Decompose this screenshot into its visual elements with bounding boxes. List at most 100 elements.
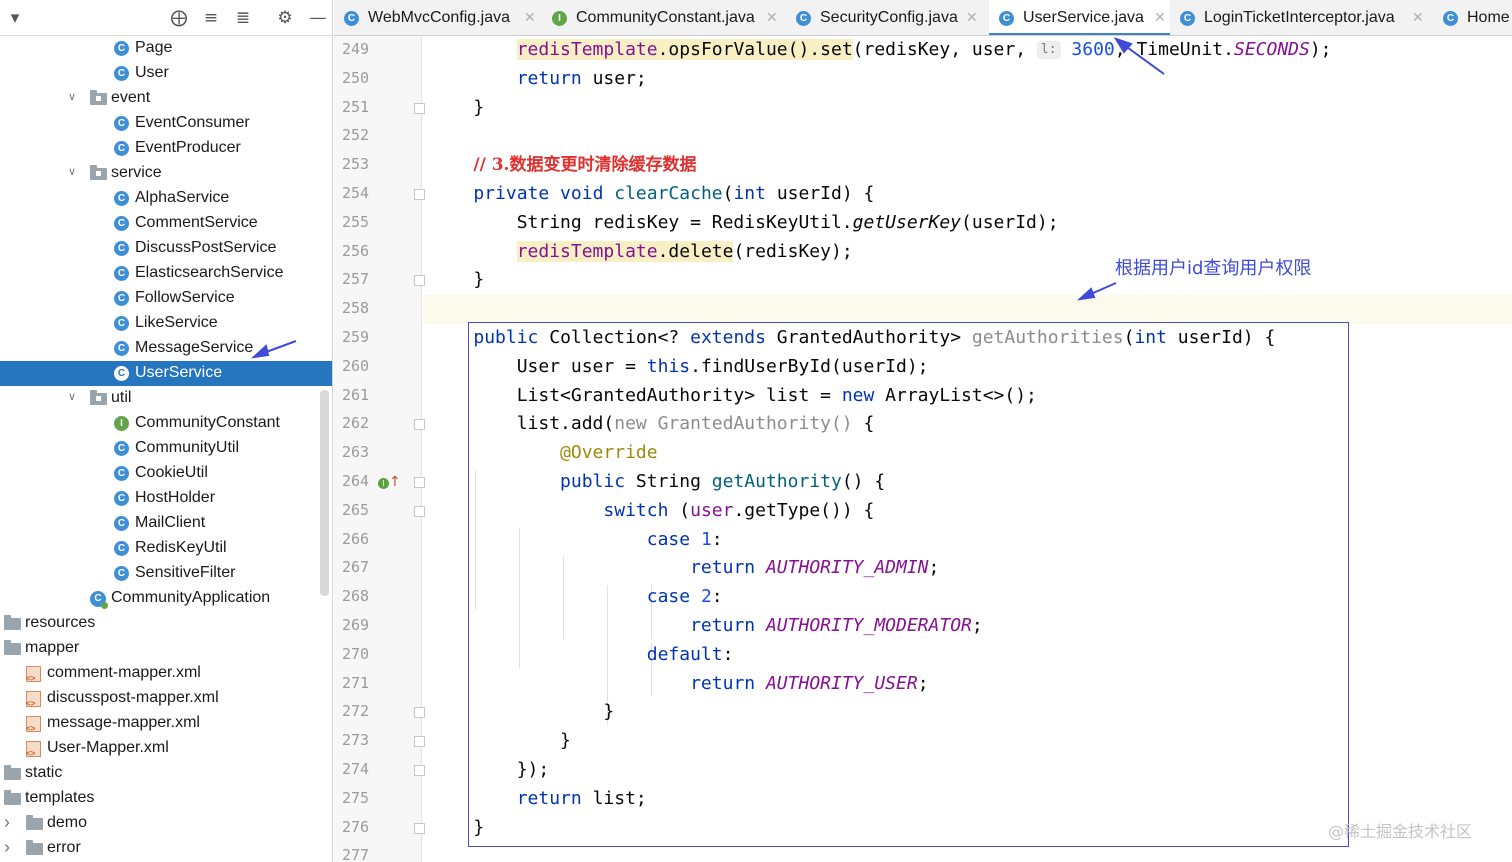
tree-item[interactable]: templates <box>0 786 332 811</box>
tree-item[interactable]: C EventProducer <box>0 136 332 161</box>
chevron-right-icon[interactable] <box>4 840 10 856</box>
line-number: 270 <box>342 644 370 663</box>
tree-item[interactable]: service <box>0 161 332 186</box>
gear-icon[interactable]: ⚙ <box>275 8 295 28</box>
tree-item[interactable]: static <box>0 761 332 786</box>
class-icon: C <box>114 266 129 281</box>
tree-item[interactable]: C RedisKeyUtil <box>0 536 332 561</box>
tree-item-label: CookieUtil <box>135 464 208 481</box>
code-token: } <box>430 96 485 118</box>
tree-item[interactable]: C CommunityApplication <box>0 586 332 611</box>
tree-item-label: util <box>111 389 132 406</box>
tree-item-label: CommunityUtil <box>135 439 240 456</box>
tree-item[interactable]: User-Mapper.xml <box>0 736 332 761</box>
tree-item[interactable]: mapper <box>0 636 332 661</box>
tab-webmvcconfig-java[interactable]: C WebMvcConfig.java ✕ <box>334 0 542 35</box>
tab-home[interactable]: C Home <box>1433 0 1512 35</box>
locate-icon[interactable]: ⨁ <box>169 8 189 28</box>
tree-item[interactable]: C DiscussPostService <box>0 236 332 261</box>
class-icon: C <box>114 216 129 231</box>
tree-item-label: error <box>47 839 81 856</box>
tree-item[interactable]: C MessageService <box>0 336 332 361</box>
chevron-down-icon[interactable]: ▾ <box>5 8 25 28</box>
code-token: 3600 <box>1071 39 1115 60</box>
tree-item[interactable]: C CookieUtil <box>0 461 332 486</box>
editor-tab-bar: C WebMvcConfig.java ✕ I CommunityConstant.ja… <box>334 0 1512 36</box>
chevron-down-icon[interactable] <box>68 165 76 178</box>
close-icon[interactable]: ✕ <box>966 9 978 26</box>
tree-item-label: SensitiveFilter <box>135 564 236 581</box>
tree-item[interactable]: C Page <box>0 36 332 61</box>
chevron-right-icon[interactable] <box>4 815 10 831</box>
line-number: 267 <box>342 558 370 577</box>
class-icon: C <box>114 566 129 581</box>
tree-item[interactable]: C UserService <box>0 361 332 386</box>
xml-file-icon <box>26 691 41 708</box>
minimize-icon[interactable]: — <box>308 8 328 28</box>
chevron-down-icon[interactable] <box>68 90 76 103</box>
tab-loginticketinterceptor-java[interactable]: C LoginTicketInterceptor.java ✕ <box>1170 0 1433 35</box>
close-icon[interactable]: ✕ <box>524 9 536 26</box>
tree-item-label: demo <box>47 814 88 831</box>
tab-label: LoginTicketInterceptor.java <box>1204 9 1395 26</box>
tree-item[interactable]: C HostHolder <box>0 486 332 511</box>
tree-item[interactable]: C MailClient <box>0 511 332 536</box>
tree-item[interactable]: demo <box>0 811 332 836</box>
tab-userservice-java[interactable]: C UserService.java ✕ <box>989 0 1170 35</box>
tree-item[interactable]: C FollowService <box>0 286 332 311</box>
close-icon[interactable]: ✕ <box>766 9 778 26</box>
line-number: 263 <box>342 443 370 462</box>
folder-icon <box>4 615 21 630</box>
editor-gutter: 249 250 251 252 253 254 255 256 257 258 259 260 261 2… <box>334 36 425 862</box>
class-icon: C <box>114 141 129 156</box>
code-token: clearCache <box>614 183 723 204</box>
line-number: 276 <box>342 817 370 836</box>
tree-item[interactable]: C ElasticsearchService <box>0 261 332 286</box>
tree-item[interactable]: C SensitiveFilter <box>0 561 332 586</box>
tree-item[interactable]: comment-mapper.xml <box>0 661 332 686</box>
line-number: 261 <box>342 385 370 404</box>
folder-icon <box>26 815 43 830</box>
collapse-all-icon[interactable]: ≣ <box>233 8 253 28</box>
tab-securityconfig-java[interactable]: C SecurityConfig.java ✕ <box>786 0 989 35</box>
tree-item[interactable]: C AlphaService <box>0 186 332 211</box>
tree-item[interactable]: C LikeService <box>0 311 332 336</box>
xml-file-icon <box>26 666 41 683</box>
code-token: redisTemplate <box>516 39 658 60</box>
tree-item-label: static <box>25 764 63 781</box>
tree-item[interactable]: C CommunityUtil <box>0 436 332 461</box>
class-icon: C <box>114 66 129 81</box>
package-icon <box>90 165 107 180</box>
close-icon[interactable]: ✕ <box>1154 9 1166 26</box>
tree-item[interactable]: error <box>0 836 332 861</box>
tree-item[interactable]: resources <box>0 611 332 636</box>
implements-marker-icon[interactable]: I ↑ <box>378 474 401 490</box>
code-token: // 3.数据变更时清除缓存数据 <box>473 155 697 176</box>
tree-item-label: Page <box>135 39 173 56</box>
class-icon: C <box>114 341 129 356</box>
tree-item[interactable]: I CommunityConstant <box>0 411 332 436</box>
project-scrollbar[interactable] <box>320 390 329 596</box>
line-number: 265 <box>342 500 370 519</box>
chevron-down-icon[interactable] <box>68 390 76 403</box>
tree-item[interactable]: util <box>0 386 332 411</box>
tree-item[interactable]: discusspost-mapper.xml <box>0 686 332 711</box>
tree-item[interactable]: C CommentService <box>0 211 332 236</box>
class-icon: C <box>114 316 129 331</box>
line-number: 258 <box>342 299 370 318</box>
tree-item[interactable]: message-mapper.xml <box>0 711 332 736</box>
tree-item[interactable]: event <box>0 86 332 111</box>
folder-icon <box>4 790 21 805</box>
code-token: (userId); <box>961 211 1059 233</box>
tree-item-label: UserService <box>135 364 223 381</box>
tab-label: WebMvcConfig.java <box>368 9 510 26</box>
close-icon[interactable]: ✕ <box>1412 9 1424 26</box>
line-number: 271 <box>342 673 370 692</box>
tree-item[interactable]: C User <box>0 61 332 86</box>
tab-communityconstant-java[interactable]: I CommunityConstant.java ✕ <box>542 0 786 35</box>
tree-item-label: mapper <box>25 639 80 656</box>
expand-all-icon[interactable]: ≡ <box>201 8 221 28</box>
tree-item[interactable]: C EventConsumer <box>0 111 332 136</box>
line-number: 260 <box>342 356 370 375</box>
